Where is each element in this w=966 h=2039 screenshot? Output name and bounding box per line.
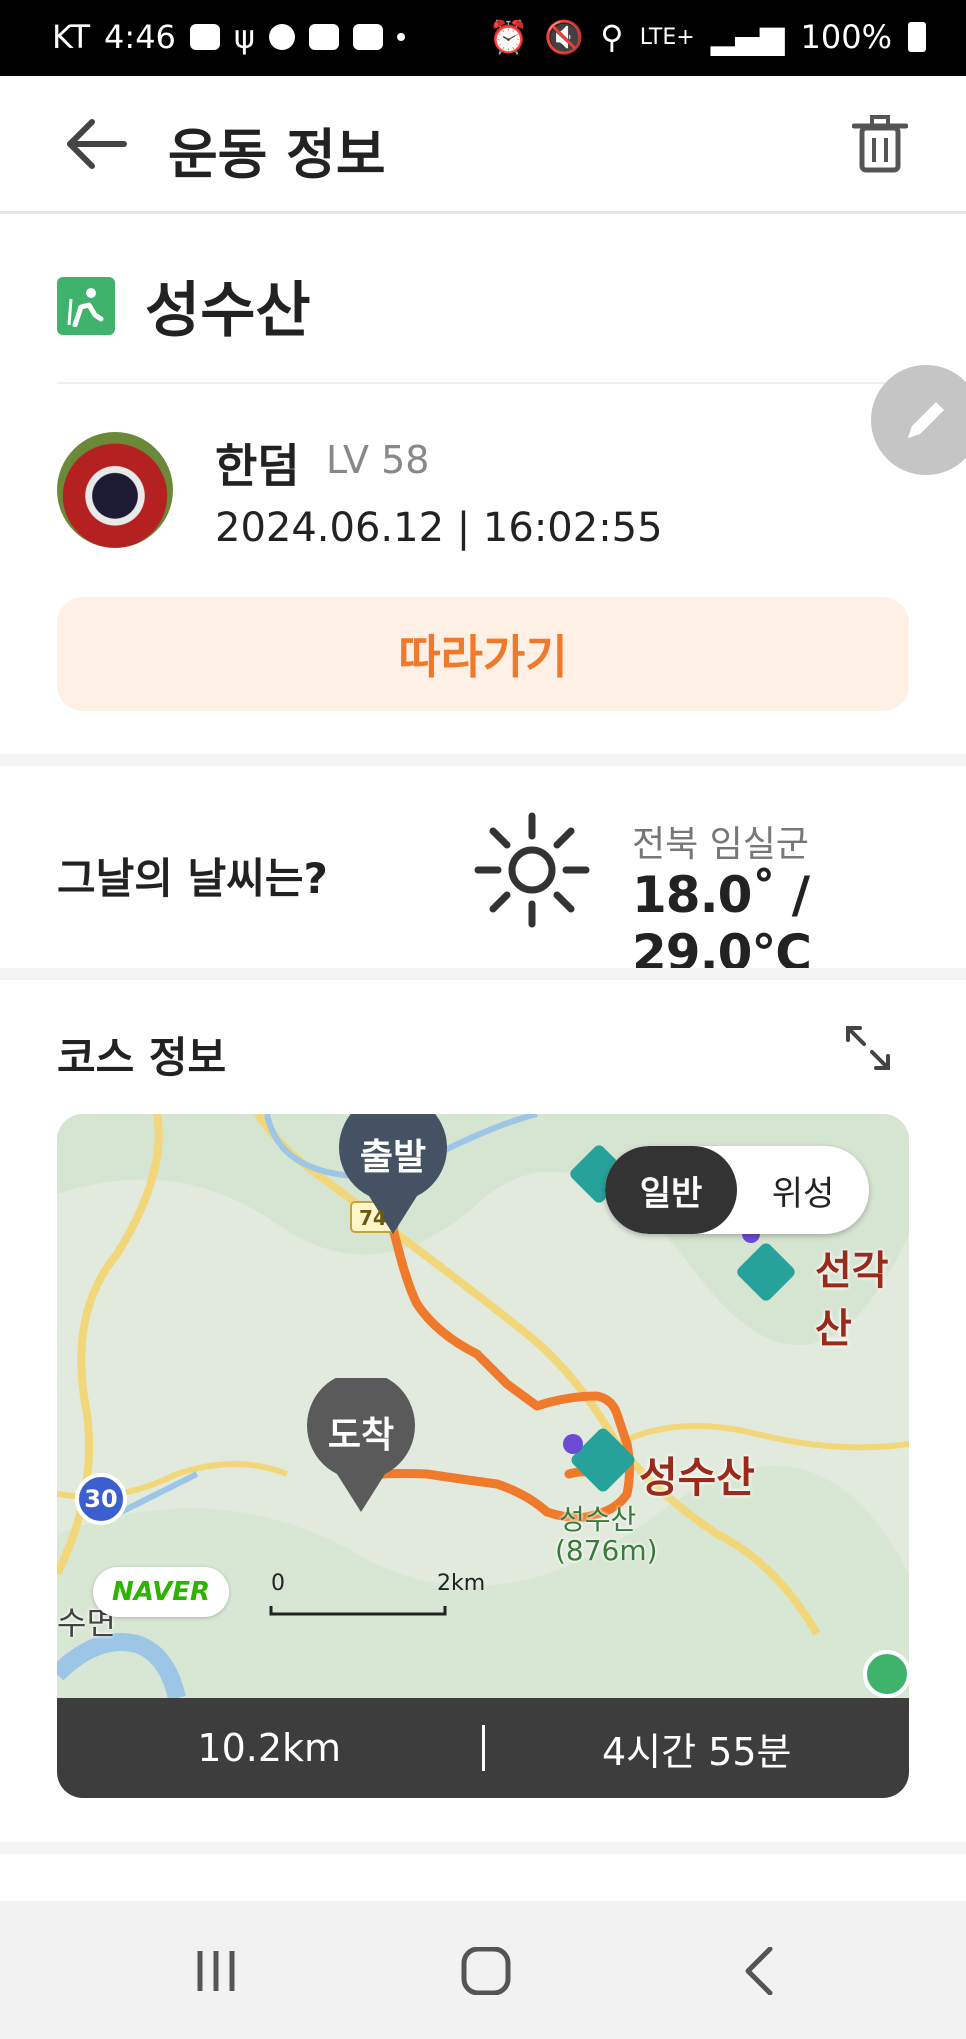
end-label: 도착 — [327, 1415, 395, 1456]
trash-icon[interactable] — [852, 114, 908, 174]
location-icon: ⚲ — [600, 18, 624, 56]
road-number-label: 74 — [359, 1206, 387, 1230]
notification-dot-icon — [397, 33, 406, 41]
carrier-label: KT — [52, 18, 91, 56]
place-height-seongsusan: (876m) — [555, 1534, 658, 1567]
signal-icon: ▂▄▆ — [710, 18, 785, 56]
follow-button[interactable]: 따라가기 — [57, 597, 909, 711]
course-distance: 10.2km — [197, 1726, 342, 1770]
course-duration: 4시간 55분 — [602, 1729, 792, 1774]
talk-icon — [189, 24, 220, 50]
map-type-normal[interactable]: 일반 — [605, 1146, 737, 1234]
scale-start: 0 — [271, 1571, 285, 1596]
avatar[interactable] — [57, 432, 173, 548]
naver-logo: NAVER — [93, 1567, 229, 1617]
route-number-badge: 30 — [75, 1473, 127, 1525]
c-app-icon — [269, 24, 296, 50]
course-title: 코스 정보 — [57, 1033, 227, 1082]
map-type-toggle[interactable]: 일반 위성 — [605, 1146, 869, 1234]
alarm-icon: ⏰ — [488, 18, 529, 56]
user-name: 한덤 — [215, 439, 300, 493]
back-arrow-icon[interactable] — [64, 116, 128, 172]
nav-back-icon[interactable] — [730, 1947, 790, 1995]
network-label: LTE+ — [639, 24, 695, 50]
page-title: 운동 정보 — [168, 123, 386, 186]
hiking-icon — [57, 276, 115, 335]
status-bar: KT 4:46 ψ ⏰ 🔇 ⚲ LTE+ ▂▄▆ 100% — [0, 0, 966, 76]
end-pin[interactable]: 도착 — [303, 1378, 419, 1518]
divider — [57, 382, 909, 384]
usb-icon: ψ — [233, 18, 256, 56]
map-type-satellite[interactable]: 위성 — [737, 1146, 869, 1234]
home-icon[interactable] — [456, 1947, 516, 1995]
section-divider — [0, 1842, 966, 1854]
mute-icon: 🔇 — [544, 18, 585, 56]
status-time: 4:46 — [104, 18, 176, 56]
system-nav-bar — [0, 1901, 966, 2039]
section-divider — [0, 968, 966, 980]
weather-label: 그날의 날씨는? — [57, 854, 328, 903]
place-label-seongsusan: 성수산 — [639, 1453, 755, 1502]
activity-title-row: 성수산 — [57, 262, 311, 349]
battery-icon — [908, 22, 926, 52]
app-header: 운동 정보 — [0, 76, 966, 214]
recent-apps-icon[interactable] — [186, 1947, 246, 1995]
mountain-name: 성수산 — [145, 276, 311, 346]
battery-label: 100% — [800, 18, 892, 56]
sun-icon — [474, 812, 590, 928]
start-pin[interactable]: 출발 — [335, 1114, 451, 1240]
weather-region: 전북 임실군 — [632, 824, 810, 865]
youtube-icon — [353, 24, 384, 50]
scale-end: 2km — [437, 1571, 486, 1596]
place-sublabel-seongsusan: 성수산 — [559, 1503, 637, 1536]
user-level: LV 58 — [326, 438, 430, 482]
expand-icon[interactable] — [842, 1022, 894, 1074]
course-summary-bar: 10.2km 4시간 55분 — [57, 1698, 909, 1798]
section-divider — [0, 754, 966, 766]
weather-temperature: 18.0˚ / 29.0℃ — [632, 866, 812, 982]
place-label-seongaksan: 선각산 — [815, 1248, 889, 1352]
start-label: 출발 — [359, 1137, 427, 1178]
activity-datetime: 2024.06.12 | 16:02:55 — [215, 505, 663, 551]
edit-button[interactable] — [871, 365, 966, 475]
pencil-icon — [908, 402, 944, 438]
youtube-icon — [309, 24, 340, 50]
course-map[interactable]: 출발 도착 일반 위성 30 74 성수산 성수산 (876m) 선각산 수면 … — [57, 1114, 909, 1698]
